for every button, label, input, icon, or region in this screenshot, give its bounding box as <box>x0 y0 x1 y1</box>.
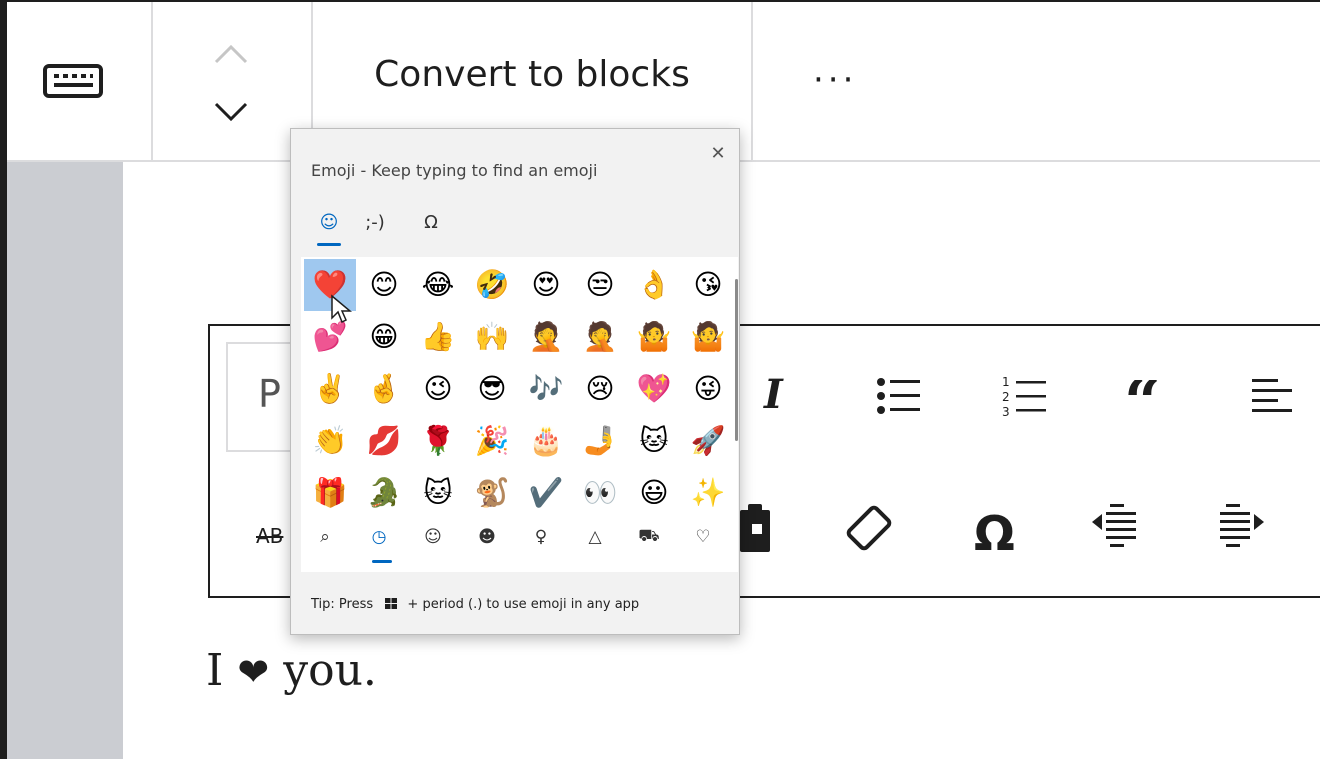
svg-text:2: 2 <box>1002 390 1010 404</box>
close-icon[interactable]: ✕ <box>707 143 729 165</box>
tab-symbols[interactable]: Ω <box>417 211 445 235</box>
emoji-cell[interactable]: 🤞 <box>358 363 410 415</box>
omega-tab-icon: Ω <box>424 212 438 233</box>
quote-icon[interactable]: “ <box>1124 380 1174 416</box>
emoji-panel-title: Emoji - Keep typing to find an emoji <box>311 161 598 180</box>
indent-icon[interactable] <box>1216 502 1268 552</box>
align-left-icon[interactable] <box>1250 376 1296 416</box>
emoji-cell[interactable]: 🎉 <box>466 415 518 467</box>
kaomoji-tab-label: ;-) <box>365 212 385 233</box>
emoji-cell[interactable]: ✌️ <box>304 363 356 415</box>
travel-car-icon[interactable]: ⛟ <box>631 523 667 551</box>
editor-paragraph[interactable]: I ❤ you. <box>206 645 377 696</box>
paste-icon[interactable] <box>738 500 776 556</box>
svg-text:Ω: Ω <box>974 506 1015 558</box>
emoji-cell[interactable]: 💖 <box>628 363 680 415</box>
keyboard-icon <box>43 64 103 98</box>
emoji-cell[interactable]: 👍 <box>412 311 464 363</box>
emoji-cell[interactable]: 🌹 <box>412 415 464 467</box>
emoji-cell[interactable]: 😉 <box>412 363 464 415</box>
emoji-cell[interactable]: 🎶 <box>520 363 572 415</box>
emoji-cell[interactable]: 🎂 <box>520 415 572 467</box>
heart-icon[interactable]: ♡ <box>685 523 721 551</box>
emoji-cell[interactable]: 😍 <box>520 259 572 311</box>
emoji-category-bar: ⌕ ◷ ☺ ☻ ♀ △ ⛟ ♡ <box>301 517 738 572</box>
celebration-icon[interactable]: ♀ <box>523 523 559 551</box>
tip-text-end: + period (.) to use emoji in any app <box>407 597 640 612</box>
tab-kaomoji[interactable]: ;-) <box>355 211 395 235</box>
emoji-cell[interactable]: 🤷 <box>628 311 680 363</box>
emoji-cell[interactable]: 😒 <box>574 259 626 311</box>
emoji-tip: Tip: Press + period (.) to use emoji in … <box>311 597 639 612</box>
sentence-start: I <box>206 645 224 696</box>
recent-clock-icon[interactable]: ◷ <box>361 523 397 551</box>
numbered-list-icon[interactable]: 1 2 3 <box>1002 374 1048 418</box>
emoji-cell[interactable]: 😊 <box>358 259 410 311</box>
paragraph-select-label: P <box>258 372 281 416</box>
emoji-cell[interactable]: 😢 <box>574 363 626 415</box>
convert-label: Convert to blocks <box>374 53 690 95</box>
window-left-border <box>0 0 7 759</box>
emoji-cell[interactable]: 👌 <box>628 259 680 311</box>
emoji-cell[interactable]: 😁 <box>358 311 410 363</box>
eraser-icon[interactable] <box>844 502 894 554</box>
emoji-picker-panel: Emoji - Keep typing to find an emoji ✕ ☺… <box>290 128 740 635</box>
outdent-icon[interactable] <box>1090 502 1142 552</box>
sentence-end: you. <box>283 645 377 696</box>
classic-block-button[interactable] <box>7 2 153 160</box>
heart-character: ❤ <box>237 650 270 694</box>
emoji-cell[interactable]: 😎 <box>466 363 518 415</box>
mouse-cursor-icon <box>331 294 352 324</box>
emoji-cell[interactable]: 👏 <box>304 415 356 467</box>
emoji-cell[interactable]: 🐱 <box>628 415 680 467</box>
emoji-cell[interactable]: 🐊 <box>358 467 410 519</box>
emoji-grid: ❤️ 😊 😂 🤣 😍 😒 👌 😘 💕 😁 👍 🙌 🤦 🤦 🤷 🤷 ✌️ 🤞 😉 😎 🎶 😢 💖 😜 👏 💋 🌹 🎉 🎂 🤳 🐱 🚀 🎁 🐊 🐱 🐒 ✔️… <box>301 257 738 527</box>
emoji-cell[interactable]: 😘 <box>682 259 734 311</box>
emoji-cell[interactable]: 😃 <box>628 467 680 519</box>
bulleted-list-icon[interactable] <box>876 376 922 416</box>
emoji-cell[interactable]: 👀 <box>574 467 626 519</box>
emoji-cell[interactable]: 💋 <box>358 415 410 467</box>
smiley-tab-icon: ☺ <box>319 212 339 233</box>
strikethrough-button[interactable]: AB <box>256 524 283 548</box>
emoji-cell[interactable]: 😜 <box>682 363 734 415</box>
emoji-cell[interactable]: 🙌 <box>466 311 518 363</box>
emoji-grid-scrollbar[interactable] <box>735 279 738 441</box>
food-icon[interactable]: △ <box>577 523 613 551</box>
svg-text:“: “ <box>1124 380 1161 416</box>
windows-logo-icon <box>385 598 398 609</box>
emoji-cell[interactable]: ✔️ <box>520 467 572 519</box>
emoji-cell[interactable]: 🚀 <box>682 415 734 467</box>
emoji-cell[interactable]: 😂 <box>412 259 464 311</box>
tab-emoji[interactable]: ☺ <box>315 211 343 235</box>
svg-text:1: 1 <box>1002 375 1010 389</box>
emoji-cell[interactable]: 🤦 <box>574 311 626 363</box>
move-controls <box>153 2 313 160</box>
more-options-button[interactable]: ··· <box>813 60 857 100</box>
emoji-cell[interactable]: 🎁 <box>304 467 356 519</box>
tip-text-start: Tip: Press <box>311 597 374 612</box>
active-category-indicator <box>372 560 392 563</box>
search-icon[interactable]: ⌕ <box>307 523 343 551</box>
smiley-icon[interactable]: ☺ <box>415 523 451 551</box>
svg-text:3: 3 <box>1002 405 1010 418</box>
emoji-cell[interactable]: 🤦 <box>520 311 572 363</box>
emoji-cell[interactable]: 🤣 <box>466 259 518 311</box>
emoji-cell[interactable]: 🐒 <box>466 467 518 519</box>
chevron-down-icon[interactable] <box>211 100 251 124</box>
active-tab-indicator <box>317 243 341 246</box>
editor-gutter <box>7 162 123 759</box>
emoji-cell[interactable]: ✨ <box>682 467 734 519</box>
svg-text:I: I <box>763 372 784 416</box>
emoji-cell[interactable]: 🤳 <box>574 415 626 467</box>
special-characters-icon[interactable]: Ω <box>970 504 1024 558</box>
emoji-cell[interactable]: 🐱 <box>412 467 464 519</box>
emoji-cell[interactable]: 🤷 <box>682 311 734 363</box>
chevron-up-icon[interactable] <box>211 42 251 66</box>
italic-icon[interactable]: I <box>760 372 794 416</box>
people-icon[interactable]: ☻ <box>469 523 505 551</box>
